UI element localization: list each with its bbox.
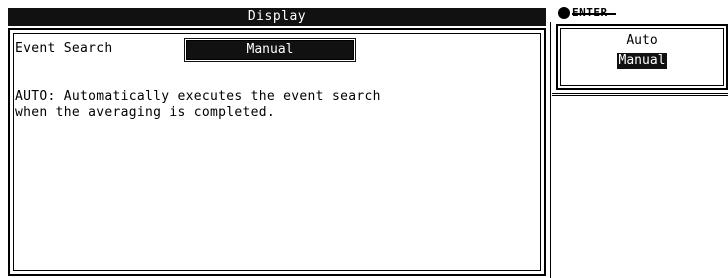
knob-icon xyxy=(558,7,570,19)
option-manual-label: Manual xyxy=(616,53,668,69)
option-manual[interactable]: Manual xyxy=(558,53,726,69)
help-description: AUTO: Automatically executes the event s… xyxy=(15,89,381,120)
dialog-inner-border xyxy=(13,33,541,271)
instrument-screen: Display Event Search Manual AUTO: Automa… xyxy=(0,0,728,278)
menu-divider xyxy=(552,93,728,94)
menu-divider-secondary xyxy=(552,95,728,96)
event-search-value-field[interactable]: Manual xyxy=(184,38,356,62)
event-search-label: Event Search xyxy=(15,41,113,56)
dialog-panel xyxy=(8,28,546,276)
option-auto-label: Auto xyxy=(626,33,658,48)
event-search-option-menu: Auto Manual xyxy=(556,24,728,90)
option-auto[interactable]: Auto xyxy=(558,33,726,49)
dialog-title: Display xyxy=(8,8,546,26)
enter-header: ENTER xyxy=(556,6,728,22)
enter-strike-line xyxy=(572,13,616,15)
menu-separator-vertical xyxy=(550,22,551,278)
